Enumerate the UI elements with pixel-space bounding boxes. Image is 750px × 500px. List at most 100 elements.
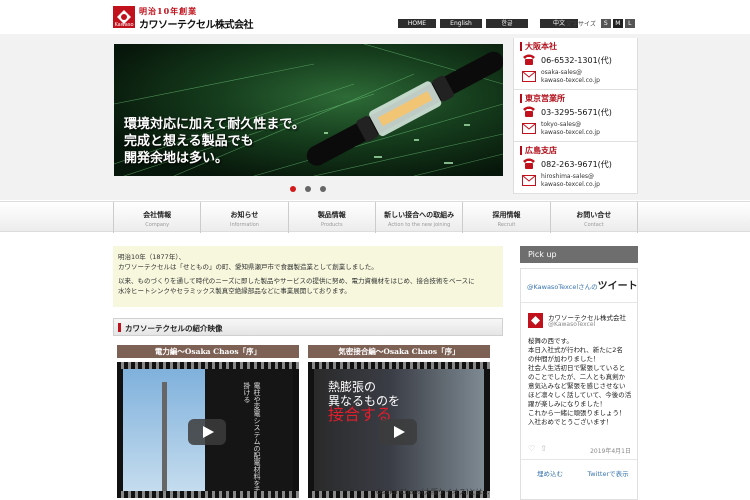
- font-size-small-button[interactable]: S: [600, 19, 611, 28]
- hero-copy: 環境対応に加えて耐久性まで。 完成と想える製品でも 開発余地は多い。: [124, 116, 305, 167]
- embed-link[interactable]: 埋め込む: [521, 468, 579, 478]
- nav-contact[interactable]: お問い合せ Contact: [549, 202, 638, 233]
- hero-copy-line: 開発余地は多い。: [124, 151, 229, 166]
- nav-sublabel: Products: [321, 222, 343, 228]
- nav-information[interactable]: お知らせ Information: [200, 202, 287, 233]
- section-title: カワソーテクセルの紹介映像: [125, 324, 223, 333]
- office-hiroshima: 広島支店 082-263-9671(代) hiroshima-sales@ ka…: [514, 142, 637, 194]
- tweet-line: 本日入社式が行われ、新たに2名: [528, 346, 623, 354]
- mail-icon: [522, 123, 536, 134]
- intro-paragraph: 以来、ものづくりを通して時代のニーズに即した製品やサービスの提供に努め、電力資機…: [118, 276, 498, 296]
- tweet-line: 社会人生活初日で緊張していると: [528, 364, 626, 372]
- nav-new-joining[interactable]: 新しい接合への取組み Action to the new joining: [374, 202, 462, 233]
- tweet-line: 入社おめでとうございます！: [528, 418, 613, 426]
- mail-icon: [522, 175, 536, 186]
- pickup-header: Pick up: [520, 246, 638, 263]
- office-email[interactable]: hiroshima-sales@ kawaso-texcel.co.jp: [541, 173, 600, 189]
- logo-mark-text: Kawaso: [114, 22, 134, 28]
- hero-copy-line: 環境対応に加えて耐久性まで。: [124, 117, 305, 132]
- font-size-medium-button[interactable]: M: [612, 19, 623, 28]
- office-email[interactable]: tokyo-sales@ kawaso-texcel.co.jp: [541, 121, 600, 137]
- thumb-text-line: 熱膨張の: [328, 380, 377, 394]
- film-strip: [308, 362, 490, 369]
- office-email-line: hiroshima-sales@: [541, 173, 595, 180]
- mail-icon: [522, 71, 536, 82]
- office-email-line: tokyo-sales@: [541, 121, 582, 128]
- divider: [521, 302, 637, 303]
- slide-dot[interactable]: [305, 186, 311, 192]
- office-contacts: 大阪本社 06-6532-1301(代) osaka-sales@ kawaso…: [513, 38, 638, 194]
- header: Kawaso 明治10年創業 カワソーテクセル株式会社 HOME English…: [0, 0, 750, 34]
- tweet-line: ほど凛々しく話していて、今後の活: [528, 391, 632, 399]
- video-power[interactable]: 電力編～Osaka Chaos「序」 電柱や変電システムの配電材料を手掛ける: [117, 345, 299, 498]
- phone-icon: [523, 106, 535, 117]
- office-tel[interactable]: 06-6532-1301(代): [541, 55, 612, 66]
- video-airtight[interactable]: 気密接合編～Osaka Chaos「序」 熱膨張の 異なるものを 接合する: [308, 345, 490, 498]
- company-logo[interactable]: Kawaso 明治10年創業 カワソーテクセル株式会社: [113, 6, 254, 31]
- lang-home-button[interactable]: HOME: [398, 19, 436, 28]
- tweet-line: 桜舞の西です。: [528, 337, 573, 345]
- slide-dot[interactable]: [290, 186, 296, 192]
- nav-sublabel: Action to the new joining: [387, 222, 451, 228]
- tweet-line: 意気込みなど緊張を感じさせない: [528, 382, 626, 390]
- hero-copy-line: 完成と想える製品でも: [124, 134, 254, 149]
- font-size-large-button[interactable]: L: [624, 19, 635, 28]
- video-caption-link[interactable]: Osaka Chaos(大阪ケイオス)とは…: [376, 487, 490, 497]
- nav-label: 採用情報: [492, 211, 521, 219]
- tweet-actions: ♡ ⇧: [528, 444, 547, 453]
- office-email-line: kawaso-texcel.co.jp: [541, 77, 600, 84]
- lang-english-button[interactable]: English: [440, 19, 482, 28]
- tweet-line: 躍が楽しみになりました！: [528, 400, 606, 408]
- avatar[interactable]: [528, 313, 543, 328]
- slide-indicators: [290, 186, 326, 192]
- twitter-timeline: @KawasoTexcelさんのツイート カワソーテクセル株式会社 @Kawas…: [520, 268, 638, 500]
- phone-icon: [523, 158, 535, 169]
- nav-recruit[interactable]: 採用情報 Recruit: [462, 202, 549, 233]
- tweet-date[interactable]: 2019年4月1日: [590, 446, 631, 455]
- font-size-switcher: 文字サイズ S M L: [566, 19, 635, 28]
- thumb-text: 熱膨張の 異なるものを 接合する: [328, 380, 400, 423]
- play-icon[interactable]: [379, 419, 417, 445]
- office-email-line: kawaso-texcel.co.jp: [541, 129, 600, 136]
- nav-sublabel: Contact: [584, 222, 604, 228]
- office-email[interactable]: osaka-sales@ kawaso-texcel.co.jp: [541, 69, 600, 85]
- font-size-label: 文字サイズ: [566, 21, 596, 28]
- global-nav-inner: 会社情報 Company お知らせ Information 製品情報 Produ…: [113, 202, 638, 233]
- video-thumbnail[interactable]: 電柱や変電システムの配電材料を手掛ける: [117, 362, 299, 498]
- video-thumbnail[interactable]: 熱膨張の 異なるものを 接合する: [308, 362, 490, 498]
- tweet-line: これから一緒に頑張りましょう！: [528, 409, 626, 417]
- thumb-pole: [162, 382, 167, 492]
- office-tel[interactable]: 082-263-9671(代): [541, 159, 612, 170]
- nav-company[interactable]: 会社情報 Company: [113, 202, 200, 233]
- lang-korean-button[interactable]: 한글: [486, 19, 528, 28]
- view-on-twitter-link[interactable]: Twitterで表示: [579, 468, 637, 478]
- office-osaka: 大阪本社 06-6532-1301(代) osaka-sales@ kawaso…: [514, 38, 637, 90]
- tweet-line: の仲間が加わりました！: [528, 355, 600, 363]
- twitter-footer: 埋め込む Twitterで表示: [521, 468, 637, 478]
- twitter-header: @KawasoTexcelさんのツイート: [527, 277, 638, 292]
- play-icon[interactable]: [188, 419, 226, 445]
- hero-slide[interactable]: 環境対応に加えて耐久性まで。 完成と想える製品でも 開発余地は多い。: [114, 44, 503, 176]
- nav-label: お知らせ: [230, 211, 259, 219]
- share-icon[interactable]: ⇧: [540, 444, 547, 453]
- slide-dot[interactable]: [320, 186, 326, 192]
- intro-line: 明治10年（1877年）、: [118, 253, 186, 261]
- twitter-header-suffix: ツイート: [597, 281, 638, 292]
- nav-sublabel: Company: [145, 222, 170, 228]
- office-tel[interactable]: 03-3295-5671(代): [541, 107, 612, 118]
- phone-icon: [523, 54, 535, 65]
- office-email-line: kawaso-texcel.co.jp: [541, 181, 600, 188]
- twitter-header-prefix[interactable]: @KawasoTexcelさんの: [527, 283, 598, 291]
- intro-line: 水冷ヒートシンクやセラミックス製真空絶縁部品などに事業展開しております。: [118, 287, 351, 295]
- logo-name: カワソーテクセル株式会社: [139, 20, 254, 31]
- office-name: 広島支店: [520, 146, 557, 155]
- nav-label: 会社情報: [143, 211, 172, 219]
- divider: [521, 459, 637, 460]
- office-tokyo: 東京営業所 03-3295-5671(代) tokyo-sales@ kawas…: [514, 90, 637, 142]
- intro-line: 以来、ものづくりを通して時代のニーズに即した製品やサービスの提供に努め、電力資機…: [118, 277, 475, 285]
- heart-icon[interactable]: ♡: [528, 444, 535, 453]
- nav-products[interactable]: 製品情報 Products: [287, 202, 375, 233]
- nav-label: お問い合せ: [576, 211, 612, 219]
- tweet-handle[interactable]: @KawasoTexcel: [548, 321, 595, 328]
- tweet-body: 桜舞の西です。 本日入社式が行われ、新たに2名 の仲間が加わりました！ 社会人生…: [528, 337, 633, 427]
